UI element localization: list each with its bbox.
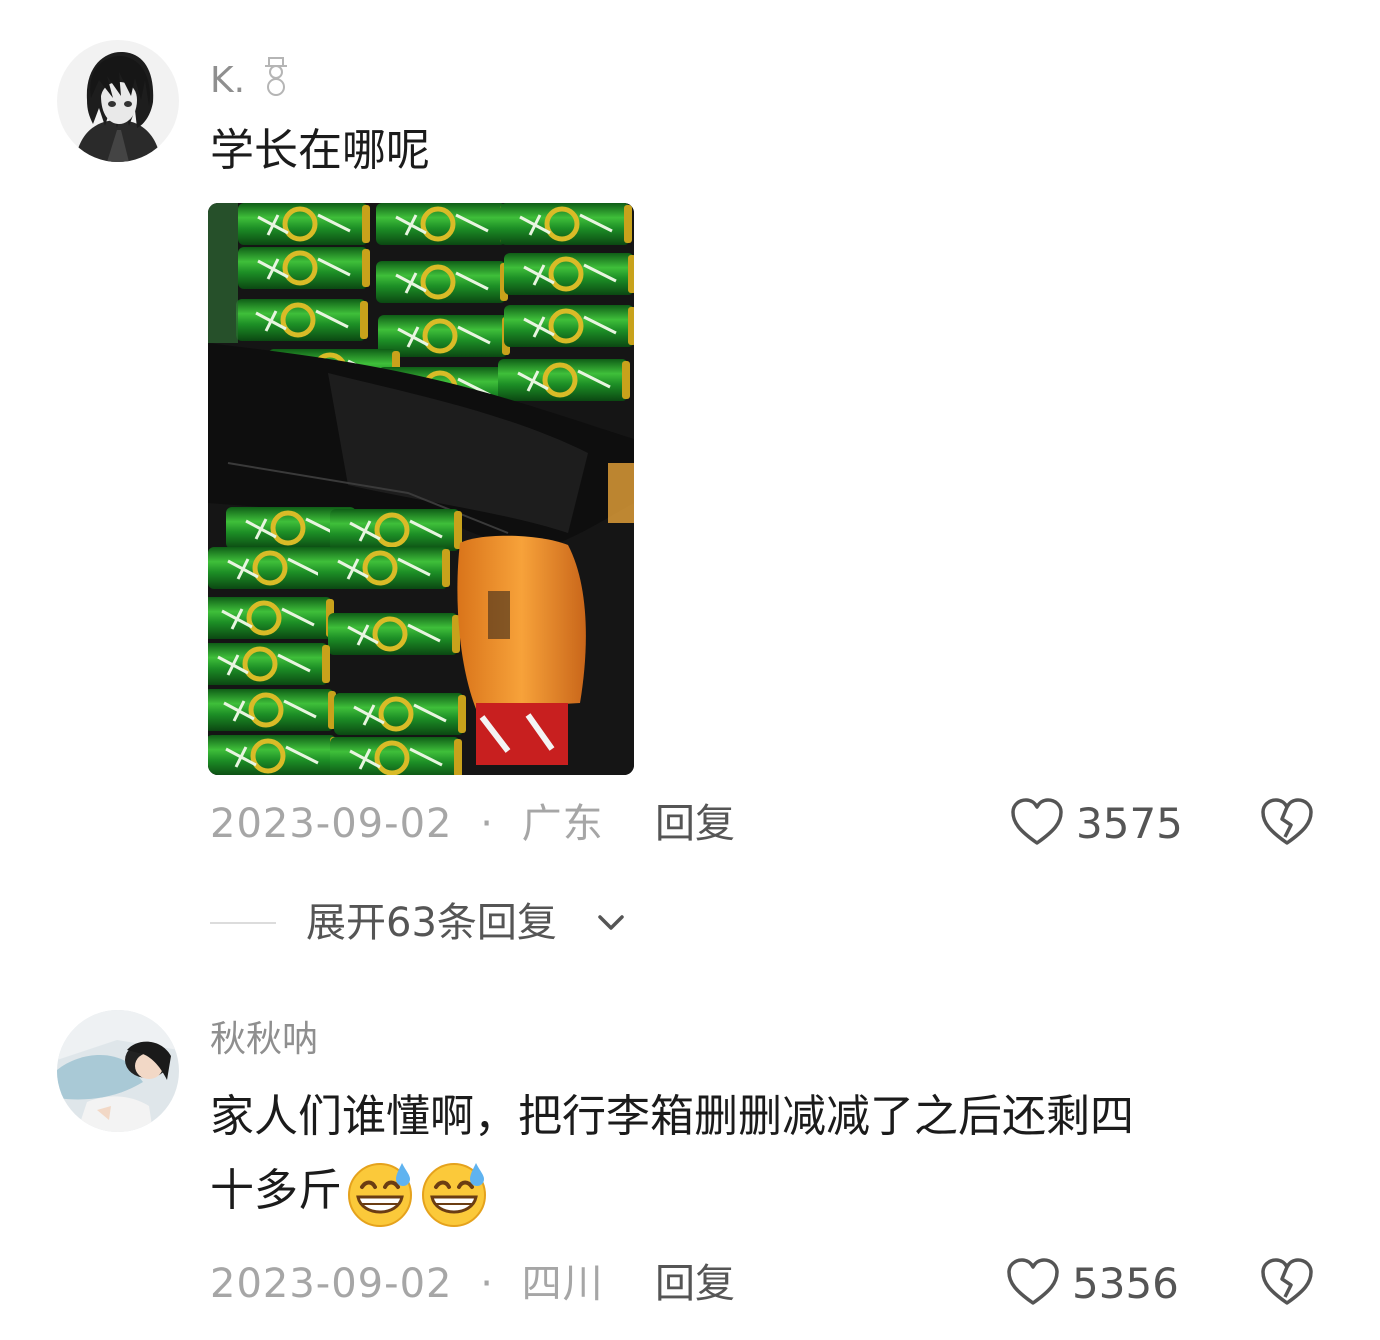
comment-text: 家人们谁懂啊，把行李箱删删减减了之后还剩四 十多斤	[210, 1080, 1330, 1229]
comment-location: 四川	[521, 1261, 604, 1307]
reply-button[interactable]: 回复	[655, 804, 735, 844]
like-count: 5356	[1072, 1259, 1179, 1308]
comment-date: 2023-09-02	[210, 1261, 453, 1307]
username-text: K.	[210, 60, 246, 101]
sweat-grin-emoji	[418, 1157, 490, 1229]
avatar[interactable]	[57, 40, 179, 162]
comment-date: 2023-09-02	[210, 801, 453, 847]
username[interactable]: 秋秋呐	[210, 1022, 318, 1058]
like-count: 3575	[1076, 799, 1183, 848]
comment-meta: 2023-09-02 · 四川	[210, 1264, 604, 1304]
avatar[interactable]	[57, 1010, 179, 1132]
comment-text-line: 十多斤	[210, 1154, 1330, 1229]
chevron-down-icon	[596, 908, 626, 938]
heart-icon[interactable]	[1006, 1257, 1060, 1307]
divider-line	[210, 922, 276, 924]
comment-text: 学长在哪呢	[210, 125, 430, 176]
comment-image[interactable]	[208, 203, 634, 775]
meta-separator: ·	[480, 801, 494, 847]
broken-heart-icon[interactable]	[1260, 1257, 1314, 1307]
reply-button[interactable]: 回复	[655, 1264, 735, 1304]
broken-heart-icon[interactable]	[1260, 797, 1314, 847]
sweat-grin-emoji	[344, 1157, 416, 1229]
comment-item: 秋秋呐 家人们谁懂啊，把行李箱删删减减了之后还剩四 十多斤 2023-09-02…	[0, 1000, 1380, 1340]
comment-text-line: 家人们谁懂啊，把行李箱删删减减了之后还剩四	[210, 1091, 1134, 1142]
comment-meta: 2023-09-02 · 广东	[210, 804, 604, 844]
meta-separator: ·	[480, 1261, 494, 1307]
username[interactable]: K.	[210, 56, 293, 99]
comment-location: 广东	[521, 801, 604, 847]
heart-icon[interactable]	[1010, 797, 1064, 847]
suitcase-beer-cans-photo	[208, 203, 634, 775]
comment-item: K. 学长在哪呢 2023-09-02 · 广东 回复 3575 展开63条回复	[0, 0, 1380, 980]
girl-lying-avatar-image	[57, 1010, 179, 1132]
snowman-icon	[259, 56, 293, 96]
comment-text-line-2: 十多斤	[210, 1165, 342, 1216]
anime-avatar-image	[57, 40, 179, 162]
expand-replies-label: 展开63条回复	[306, 900, 557, 946]
